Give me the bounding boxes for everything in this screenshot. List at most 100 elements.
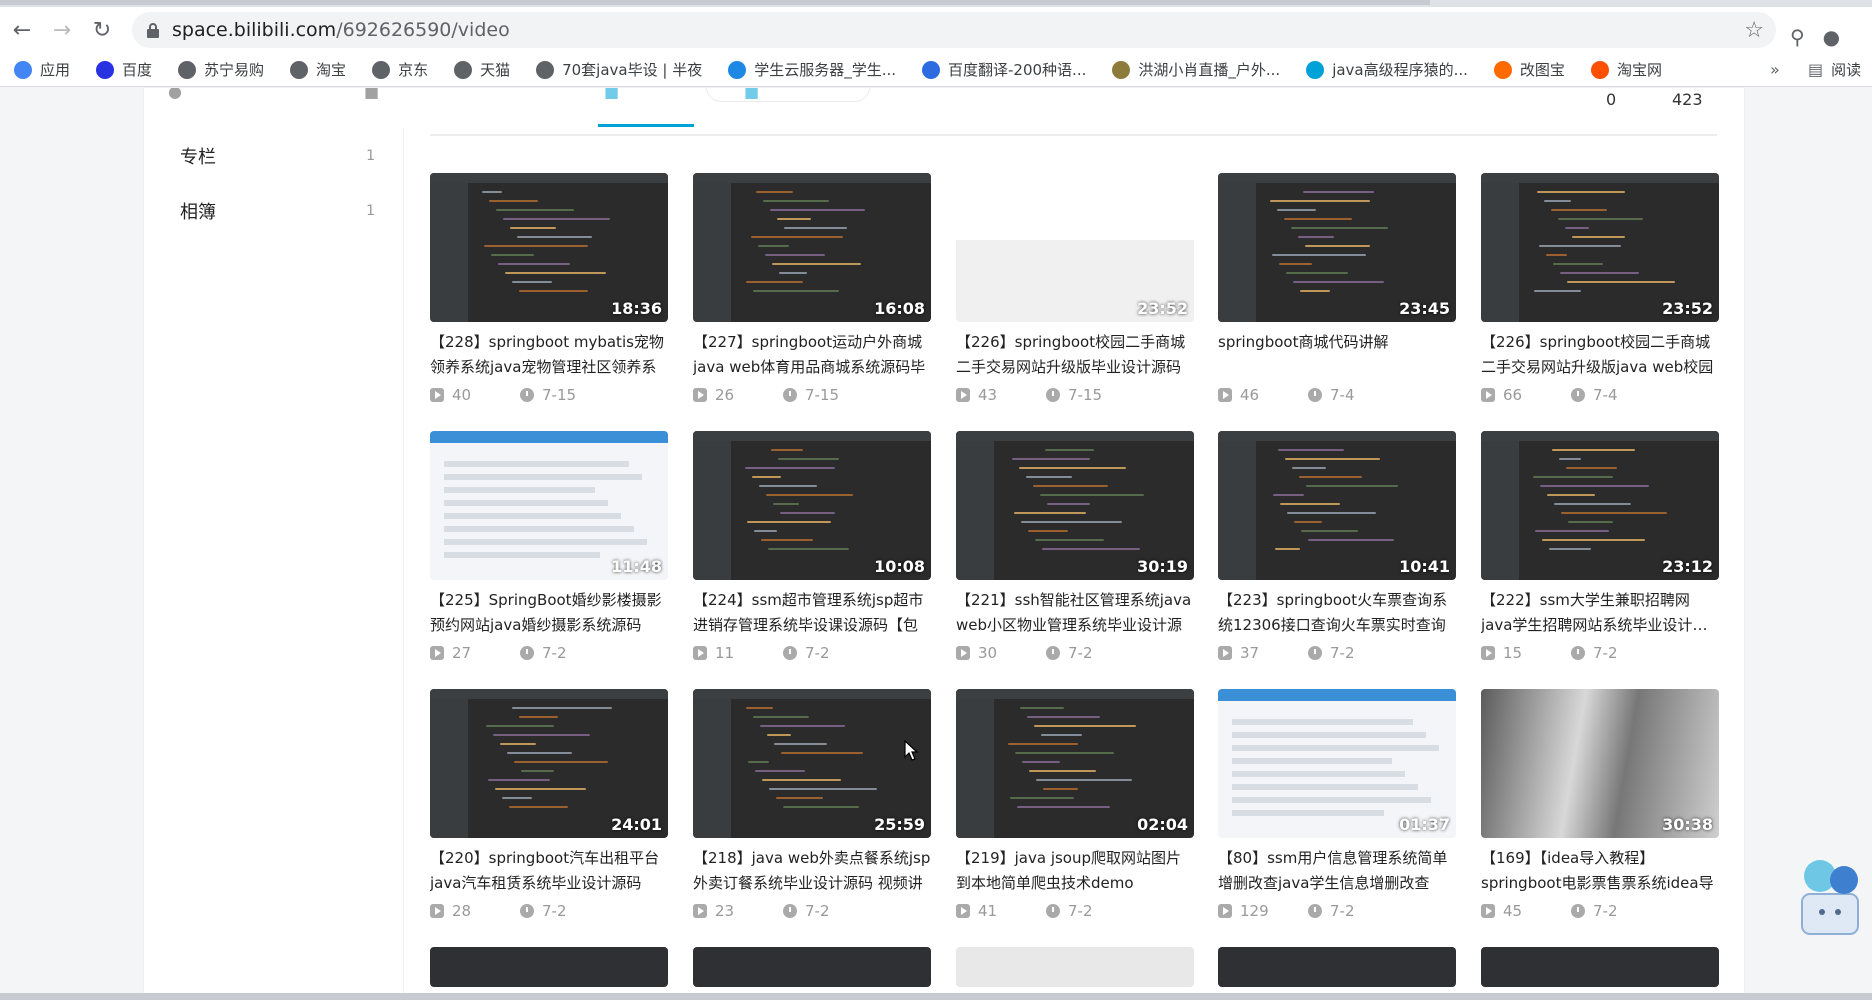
video-thumbnail[interactable]: 10:41 [1218, 431, 1456, 580]
video-card[interactable]: 23:12 【222】ssm大学生兼职招聘网java学生招聘网站系统毕业设计源码视… [1481, 431, 1719, 671]
video-meta: 15 7-2 [1481, 642, 1719, 664]
translate-icon [922, 60, 941, 79]
back-arrow-icon[interactable]: ← [2, 10, 42, 50]
video-thumbnail[interactable]: 18:36 [430, 173, 668, 322]
video-meta: 41 7-2 [956, 900, 1194, 922]
video-title[interactable]: 【219】java jsoup爬取网站图片到本地简单爬虫技术demo [956, 846, 1194, 896]
video-card[interactable]: 23:52 【226】springboot校园二手商城二手交易网站升级版毕业设计源… [956, 173, 1194, 413]
video-card[interactable]: 30:38 【169】【idea导入教程】springboot电影票售票系统ide… [1481, 689, 1719, 929]
play-count: 28 [452, 902, 472, 920]
video-title[interactable]: 【80】ssm用户信息管理系统简单增删改查java学生信息增删改查 [1218, 846, 1456, 896]
upload-date: 7-2 [1593, 644, 1618, 662]
reload-icon[interactable]: ↻ [82, 10, 122, 50]
video-thumbnail[interactable]: 02:04 [956, 689, 1194, 838]
bookmark-item[interactable]: 百度翻译-200种语... [922, 59, 1086, 80]
profile-avatar-icon[interactable]: ● [1823, 25, 1840, 49]
video-meta: 43 7-15 [956, 384, 1194, 406]
video-card[interactable]: 23:45 springboot商城代码讲解 46 7-4 [1218, 173, 1456, 413]
video-thumbnail[interactable]: 23:52 [1481, 173, 1719, 322]
video-thumbnail[interactable]: 30:38 [1481, 689, 1719, 838]
video-title[interactable]: 【226】springboot校园二手商城二手交易网站升级版java web校园 [1481, 330, 1719, 380]
bilibili-mascot-icon[interactable] [1788, 850, 1872, 950]
video-meta: 28 7-2 [430, 900, 668, 922]
bookmark-item[interactable]: 淘宝 [290, 59, 346, 80]
bookmark-item[interactable]: 改图宝 [1493, 59, 1565, 80]
video-title[interactable]: 【228】springboot mybatis宠物领养系统java宠物管理社区领… [430, 330, 668, 380]
video-thumbnail[interactable] [956, 947, 1194, 987]
video-thumbnail[interactable] [1481, 947, 1719, 987]
bookmarks-bar: 应用 百度 苏宁易购 淘宝 京东 天猫 70套java毕设 | 半夜 学生云服务器_学生...… [0, 53, 1872, 87]
video-card[interactable]: 10:41 【223】springboot火车票查询系统12306接口查询火车票实… [1218, 431, 1456, 671]
video-thumbnail[interactable]: 10:08 [693, 431, 931, 580]
globe-icon [454, 60, 473, 79]
bookmark-item[interactable]: java高级程序猿的... [1306, 59, 1468, 80]
cloud-icon [728, 60, 747, 79]
bookmark-star-icon[interactable]: ☆ [1744, 18, 1764, 43]
video-title[interactable]: 【218】java web外卖点餐系统jsp外卖订餐系统毕业设计源码 视频讲 [693, 846, 931, 896]
video-title[interactable]: springboot商城代码讲解 [1218, 330, 1456, 380]
video-thumbnail[interactable] [693, 947, 931, 987]
bookmark-item[interactable]: 百度 [96, 59, 152, 80]
bookmark-label: 学生云服务器_学生... [754, 61, 897, 79]
video-thumbnail[interactable]: 23:12 [1481, 431, 1719, 580]
video-title[interactable]: 【221】ssh智能社区管理系统java web小区物业管理系统毕业设计源 [956, 588, 1194, 638]
play-count: 46 [1240, 386, 1260, 404]
video-title[interactable]: 【169】【idea导入教程】springboot电影票售票系统idea导 [1481, 846, 1719, 896]
video-title[interactable]: 【227】springboot运动户外商城java web体育用品商城系统源码毕 [693, 330, 931, 380]
tab-video[interactable]: ■ [604, 88, 619, 101]
play-count: 30 [978, 644, 998, 662]
video-thumbnail[interactable]: 24:01 [430, 689, 668, 838]
bookmark-item[interactable]: 学生云服务器_学生... [728, 59, 896, 80]
play-count-icon [693, 388, 707, 402]
forward-arrow-icon[interactable]: → [42, 10, 82, 50]
bird-icon [1112, 60, 1131, 79]
video-card[interactable]: 24:01 【220】springboot汽车出租平台java汽车租赁系统毕业设计… [430, 689, 668, 929]
video-card[interactable]: 16:08 【227】springboot运动户外商城java web体育用品商城… [693, 173, 931, 413]
bookmark-item[interactable]: 苏宁易购 [178, 59, 264, 80]
video-thumbnail[interactable]: 11:48 [430, 431, 668, 580]
upload-date: 7-2 [1068, 902, 1093, 920]
bookmark-item[interactable]: 70套java毕设 | 半夜 [536, 59, 702, 80]
bookmark-label: 淘宝网 [1616, 61, 1662, 79]
video-title[interactable]: 【222】ssm大学生兼职招聘网java学生招聘网站系统毕业设计源码视 [1481, 588, 1719, 638]
video-title[interactable]: 【220】springboot汽车出租平台java汽车租赁系统毕业设计源码 [430, 846, 668, 896]
video-thumbnail[interactable]: 16:08 [693, 173, 931, 322]
video-card[interactable]: 30:19 【221】ssh智能社区管理系统java web小区物业管理系统毕业设… [956, 431, 1194, 671]
video-thumbnail[interactable]: 30:19 [956, 431, 1194, 580]
video-title[interactable]: 【223】springboot火车票查询系统12306接口查询火车票实时查询 [1218, 588, 1456, 638]
video-card[interactable]: 10:08 【224】ssm超市管理系统jsp超市进销存管理系统毕设课设源码【包 1… [693, 431, 931, 671]
video-title[interactable]: 【226】springboot校园二手商城二手交易网站升级版毕业设计源码 [956, 330, 1194, 380]
reading-list-label: 阅读 [1831, 61, 1862, 79]
sidebar-item-album[interactable]: 相簿 1 [144, 183, 403, 238]
address-bar[interactable]: space.bilibili.com/692626590/video ☆ [132, 12, 1776, 48]
video-card[interactable]: 23:52 【226】springboot校园二手商城二手交易网站升级版java … [1481, 173, 1719, 413]
video-card[interactable]: 02:04 【219】java jsoup爬取网站图片到本地简单爬虫技术demo 4… [956, 689, 1194, 929]
bookmark-item[interactable]: 洪湖小肖直播_户外... [1112, 59, 1280, 80]
bookmark-item[interactable]: 应用 [14, 59, 70, 80]
play-count: 26 [715, 386, 735, 404]
sidebar-item-column[interactable]: 专栏 1 [144, 128, 403, 183]
reading-list-button[interactable]: ▤ 阅读 [1808, 59, 1861, 80]
video-title[interactable]: 【225】SpringBoot婚纱影楼摄影预约网站java婚纱摄影系统源码 [430, 588, 668, 638]
video-thumbnail[interactable]: 23:52 [956, 173, 1194, 322]
video-thumbnail[interactable] [430, 947, 668, 987]
video-card[interactable]: 25:59 【218】java web外卖点餐系统jsp外卖订餐系统毕业设计源码 … [693, 689, 931, 929]
bookmark-item[interactable]: 京东 [372, 59, 428, 80]
video-thumbnail[interactable]: 25:59 [693, 689, 931, 838]
video-card[interactable]: 11:48 【225】SpringBoot婚纱影楼摄影预约网站java婚纱摄影系统… [430, 431, 668, 671]
bookmark-item[interactable]: 天猫 [454, 59, 510, 80]
bookmarks-overflow-button[interactable]: » [1770, 60, 1780, 79]
video-thumbnail[interactable]: 23:45 [1218, 173, 1456, 322]
extensions-puzzle-icon[interactable]: ⚲ [1790, 25, 1805, 49]
video-duration: 25:59 [874, 815, 925, 834]
video-card[interactable]: 01:37 【80】ssm用户信息管理系统简单增删改查java学生信息增删改查 12… [1218, 689, 1456, 929]
play-count-icon [956, 388, 970, 402]
video-title[interactable]: 【224】ssm超市管理系统jsp超市进销存管理系统毕设课设源码【包 [693, 588, 931, 638]
video-thumbnail[interactable]: 01:37 [1218, 689, 1456, 838]
video-duration: 16:08 [874, 299, 925, 318]
sidebar: 专栏 1 相簿 1 [144, 128, 404, 1000]
bookmark-item[interactable]: 淘宝网 [1590, 59, 1662, 80]
video-thumbnail[interactable] [1218, 947, 1456, 987]
video-card[interactable]: 18:36 【228】springboot mybatis宠物领养系统java宠物… [430, 173, 668, 413]
space-search-input[interactable] [706, 88, 870, 102]
